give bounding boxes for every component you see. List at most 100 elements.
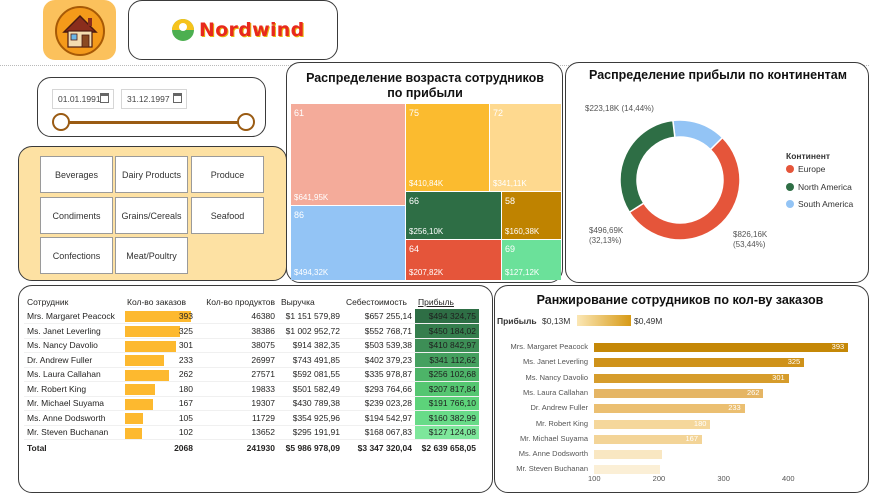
calendar-icon[interactable] bbox=[100, 93, 109, 103]
treemap-title: Распределение возраста сотрудников по пр… bbox=[306, 71, 544, 100]
treemap-tile-age: 66 bbox=[409, 196, 420, 206]
orders-cell: 102 bbox=[124, 425, 196, 440]
profit-value: $450 184,02 bbox=[415, 323, 479, 339]
home-button[interactable] bbox=[43, 0, 116, 60]
category-button[interactable]: Produce bbox=[191, 156, 264, 193]
revenue-value: $430 789,38 bbox=[278, 396, 343, 411]
cost-value: $657 255,14 bbox=[343, 309, 415, 324]
treemap-tile-profit: $256,10K bbox=[409, 227, 444, 236]
orders-cell: 180 bbox=[124, 381, 196, 397]
ranking-bar[interactable] bbox=[594, 465, 660, 475]
ranking-category-label: Ms. Laura Callahan bbox=[522, 387, 588, 397]
profit-value: $207 817,84 bbox=[415, 381, 479, 397]
total-products: 241930 bbox=[196, 439, 278, 457]
table-row[interactable]: Dr. Andrew Fuller 233 26997 $743 491,85 $402… bbox=[24, 352, 479, 368]
column-header[interactable]: Кол-во продуктов bbox=[196, 294, 278, 309]
ranking-category-label: Ms. Nancy Davolio bbox=[525, 372, 588, 382]
treemap-tile[interactable]: 72 $341,11K bbox=[490, 104, 561, 191]
treemap-tile[interactable]: 69 $127,12K bbox=[502, 240, 561, 280]
revenue-value: $743 491,85 bbox=[278, 352, 343, 368]
orders-cell: 325 bbox=[124, 323, 196, 339]
column-header[interactable]: Прибыль bbox=[415, 294, 479, 309]
orders-databar bbox=[125, 355, 164, 366]
calendar-icon[interactable] bbox=[173, 93, 182, 103]
ranking-title: Ранжирование сотрудников по кол-ву заказ… bbox=[536, 293, 824, 307]
treemap-tile[interactable]: 86 $494,32K bbox=[291, 206, 405, 280]
category-button[interactable]: Confections bbox=[40, 237, 113, 274]
category-slicer: Beverages Dairy Products Produce Condime… bbox=[18, 146, 287, 281]
treemap-tile[interactable]: 58 $160,38K bbox=[502, 192, 561, 239]
column-header[interactable]: Кол-во заказов bbox=[124, 294, 196, 309]
table-row[interactable]: Mr. Robert King 180 19833 $501 582,49 $293 7… bbox=[24, 381, 479, 397]
category-button[interactable]: Grains/Cereals bbox=[115, 197, 188, 234]
treemap-tile-profit: $160,38K bbox=[505, 227, 540, 236]
treemap-tile[interactable]: 64 $207,82K bbox=[406, 240, 501, 280]
ranking-bar-value: 167 bbox=[685, 433, 698, 443]
ranking-legend-min: $0,13M bbox=[542, 316, 571, 326]
legend-item-europe[interactable]: Europe bbox=[786, 164, 825, 174]
table-row[interactable]: Mr. Steven Buchanan 102 13652 $295 191,91 $1… bbox=[24, 425, 479, 440]
products-value: 27571 bbox=[196, 367, 278, 382]
orders-databar bbox=[125, 340, 176, 352]
orders-value: 393 bbox=[178, 311, 193, 321]
employee-name: Mr. Robert King bbox=[24, 381, 124, 397]
products-value: 19307 bbox=[196, 396, 278, 411]
profit-value: $256 102,68 bbox=[415, 367, 479, 382]
category-button[interactable]: Meat/Poultry bbox=[115, 237, 188, 274]
nordwind-logo-icon bbox=[172, 19, 194, 41]
products-value: 46380 bbox=[196, 309, 278, 324]
profit-value: $341 112,62 bbox=[415, 352, 479, 368]
legend-item-north-america[interactable]: North America bbox=[786, 182, 852, 192]
orders-value: 325 bbox=[178, 325, 193, 336]
column-header[interactable]: Себестоимость bbox=[343, 294, 415, 309]
employee-name: Mrs. Margaret Peacock bbox=[24, 309, 124, 324]
products-value: 38386 bbox=[196, 323, 278, 339]
profit-gradient-legend bbox=[577, 315, 631, 326]
column-header[interactable]: Сотрудник bbox=[24, 294, 124, 309]
treemap-tile[interactable]: 66 $256,10K bbox=[406, 192, 501, 239]
table-header-row: Сотрудник Кол-во заказов Кол-во продукто… bbox=[24, 294, 479, 309]
table-row[interactable]: Ms. Janet Leverling 325 38386 $1 002 952,72… bbox=[24, 323, 479, 339]
legend-dot bbox=[786, 165, 794, 173]
table-row[interactable]: Mrs. Margaret Peacock 393 46380 $1 151 579,… bbox=[24, 309, 479, 324]
table-row[interactable]: Ms. Nancy Davolio 301 38075 $914 382,35 $503… bbox=[24, 338, 479, 353]
treemap-tile-age: 61 bbox=[294, 108, 305, 118]
treemap-tile[interactable]: 75 $410,84K bbox=[406, 104, 489, 191]
category-button[interactable]: Dairy Products bbox=[115, 156, 188, 193]
end-date-input[interactable]: 31.12.1997 bbox=[121, 89, 187, 109]
treemap-tile-profit: $127,12K bbox=[505, 268, 540, 277]
ranking-axis-tick: 100 bbox=[588, 474, 601, 483]
employee-name: Ms. Laura Callahan bbox=[24, 367, 124, 382]
donut-slice-north-america[interactable] bbox=[619, 119, 676, 214]
date-slider-start-handle[interactable] bbox=[52, 113, 70, 131]
category-button[interactable]: Seafood bbox=[191, 197, 264, 234]
legend-item-south-america[interactable]: South America bbox=[786, 199, 853, 209]
end-date-value: 31.12.1997 bbox=[127, 94, 170, 104]
table-row[interactable]: Ms. Anne Dodsworth 105 11729 $354 925,96 $19… bbox=[24, 410, 479, 426]
ranking-bar[interactable] bbox=[594, 450, 662, 460]
category-button[interactable]: Beverages bbox=[40, 156, 113, 193]
employee-name: Ms. Anne Dodsworth bbox=[24, 410, 124, 426]
revenue-value: $1 151 579,89 bbox=[278, 309, 343, 324]
ranking-category-label: Dr. Andrew Fuller bbox=[530, 403, 588, 413]
orders-value: 233 bbox=[178, 354, 193, 365]
table-row[interactable]: Mr. Michael Suyama 167 19307 $430 789,38 $23… bbox=[24, 396, 479, 411]
treemap-tile[interactable]: 61 $641,95K bbox=[291, 104, 405, 205]
table-row[interactable]: Ms. Laura Callahan 262 27571 $592 081,55 $33… bbox=[24, 367, 479, 382]
date-slider-end-handle[interactable] bbox=[237, 113, 255, 131]
orders-cell: 262 bbox=[124, 367, 196, 382]
category-button[interactable]: Condiments bbox=[40, 197, 113, 234]
orders-value: 180 bbox=[178, 383, 193, 394]
start-date-input[interactable]: 01.01.1991 bbox=[52, 89, 114, 109]
employee-name: Mr. Michael Suyama bbox=[24, 396, 124, 411]
employee-name: Ms. Nancy Davolio bbox=[24, 338, 124, 353]
donut-label-europe: $826,16K (53,44%) bbox=[733, 230, 768, 249]
orders-databar bbox=[125, 413, 143, 424]
cost-value: $503 539,38 bbox=[343, 338, 415, 353]
donut-chart[interactable] bbox=[610, 110, 750, 250]
column-header[interactable]: Выручка bbox=[278, 294, 343, 309]
date-slider-track[interactable] bbox=[60, 121, 247, 124]
treemap-tile-age: 72 bbox=[493, 108, 504, 118]
legend-dot bbox=[786, 200, 794, 208]
total-cost: $3 347 320,04 bbox=[343, 439, 415, 457]
